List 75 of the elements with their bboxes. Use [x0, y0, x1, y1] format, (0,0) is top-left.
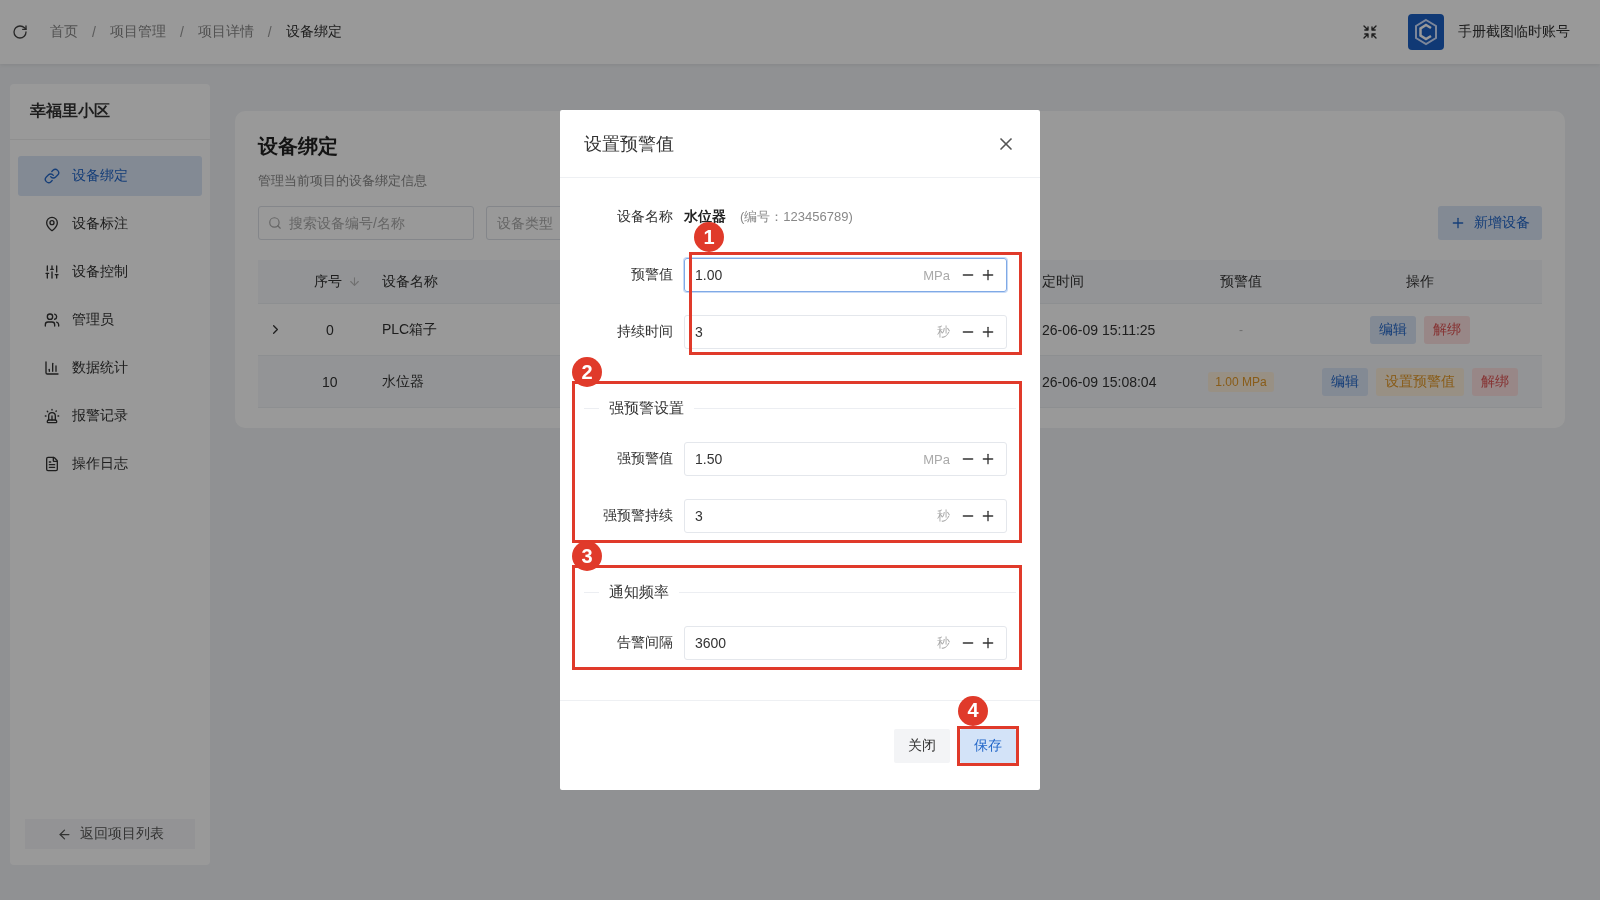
- field-label: 持续时间: [616, 323, 674, 341]
- sliders-icon: [44, 264, 60, 280]
- sidebar-item[interactable]: 数据统计: [18, 348, 202, 388]
- table-cell: 水位器: [382, 372, 424, 391]
- map-pin-icon: [44, 216, 60, 232]
- fullscreen-exit-icon[interactable]: [1362, 24, 1378, 40]
- document-icon: [44, 456, 60, 472]
- unit-label: 秒: [937, 507, 950, 525]
- table-cell: 26-06-09 15:11:25: [1042, 321, 1156, 338]
- sidebar-item[interactable]: 设备标注: [18, 204, 202, 244]
- unit-label: MPa: [923, 267, 950, 283]
- breadcrumb-separator: /: [267, 24, 272, 40]
- column-header: 序号: [314, 272, 361, 291]
- users-icon: [44, 312, 60, 328]
- empty-value: -: [1239, 322, 1243, 337]
- action-button[interactable]: 编辑: [1370, 315, 1416, 344]
- dialog-button[interactable]: 保存: [960, 728, 1016, 763]
- plus-icon[interactable]: [980, 635, 996, 651]
- field-label: 强预警值: [616, 450, 674, 468]
- field-label: 设备名称: [616, 208, 674, 226]
- plus-icon: [1450, 215, 1466, 231]
- table-cell: 26-06-09 15:08:04: [1042, 373, 1157, 390]
- unit-label: 秒: [937, 323, 950, 341]
- unit-label: MPa: [923, 451, 950, 467]
- bar-chart-icon: [44, 360, 60, 376]
- highlight-frame: [957, 725, 1019, 766]
- step-number: 2: [572, 357, 602, 387]
- plus-icon[interactable]: [980, 451, 996, 467]
- add-device-button[interactable]: 新增设备: [1438, 206, 1542, 240]
- step-number: 3: [572, 541, 602, 571]
- siren-icon: [44, 408, 60, 424]
- user-name[interactable]: 手册截图临时账号: [1458, 23, 1570, 41]
- sidebar-item[interactable]: 报警记录: [18, 396, 202, 436]
- section-heading: 通知频率: [609, 582, 669, 602]
- action-button[interactable]: 编辑: [1322, 367, 1368, 396]
- search-icon: [268, 216, 282, 230]
- page-title: 设备绑定: [258, 134, 338, 159]
- breadcrumb-item[interactable]: 设备绑定: [285, 23, 342, 41]
- sidebar-item[interactable]: 设备绑定: [18, 156, 202, 196]
- sidebar-item[interactable]: 管理员: [18, 300, 202, 340]
- plus-icon[interactable]: [980, 324, 996, 340]
- field-label: 告警间隔: [616, 634, 674, 652]
- table-cell: PLC箱子: [382, 320, 438, 339]
- step-number: 4: [958, 695, 988, 726]
- sidebar-item[interactable]: 设备控制: [18, 252, 202, 292]
- breadcrumb-separator: /: [179, 24, 184, 40]
- number-input[interactable]: 3600 秒: [684, 626, 1007, 660]
- column-header: 定时间: [1042, 272, 1084, 291]
- back-button[interactable]: 返回项目列表: [25, 819, 195, 849]
- breadcrumb-separator: /: [92, 24, 96, 40]
- page-subtitle: 管理当前项目的设备绑定信息: [258, 172, 427, 190]
- field-label: 强预警持续: [602, 507, 674, 525]
- plus-icon[interactable]: [980, 508, 996, 524]
- warning-tag: 1.00 MPa: [1208, 371, 1274, 392]
- number-input[interactable]: 3 秒: [684, 499, 1007, 533]
- logo-icon: [1408, 14, 1444, 50]
- column-header: 操作: [1406, 272, 1434, 291]
- refresh-icon[interactable]: [12, 24, 28, 40]
- unit-label: 秒: [937, 634, 950, 652]
- plus-icon[interactable]: [980, 267, 996, 283]
- number-input[interactable]: 1.50 MPa: [684, 442, 1007, 476]
- dialog-button[interactable]: 关闭: [894, 728, 950, 763]
- number-input[interactable]: 1.00 MPa: [684, 258, 1007, 292]
- project-title: 幸福里小区: [10, 84, 210, 140]
- field-label: 预警值: [630, 266, 674, 284]
- dialog-title: 设置预警值: [584, 132, 674, 156]
- device-code: (编号：123456789): [740, 208, 853, 226]
- table-cell: 0: [326, 321, 334, 338]
- link-icon: [44, 168, 60, 184]
- table-cell: 10: [322, 373, 338, 390]
- column-header: 设备名称: [382, 272, 438, 291]
- column-header: 预警值: [1220, 272, 1262, 291]
- step-number: 1: [694, 222, 724, 252]
- sidebar-item[interactable]: 操作日志: [18, 444, 202, 484]
- number-input[interactable]: 3 秒: [684, 315, 1007, 349]
